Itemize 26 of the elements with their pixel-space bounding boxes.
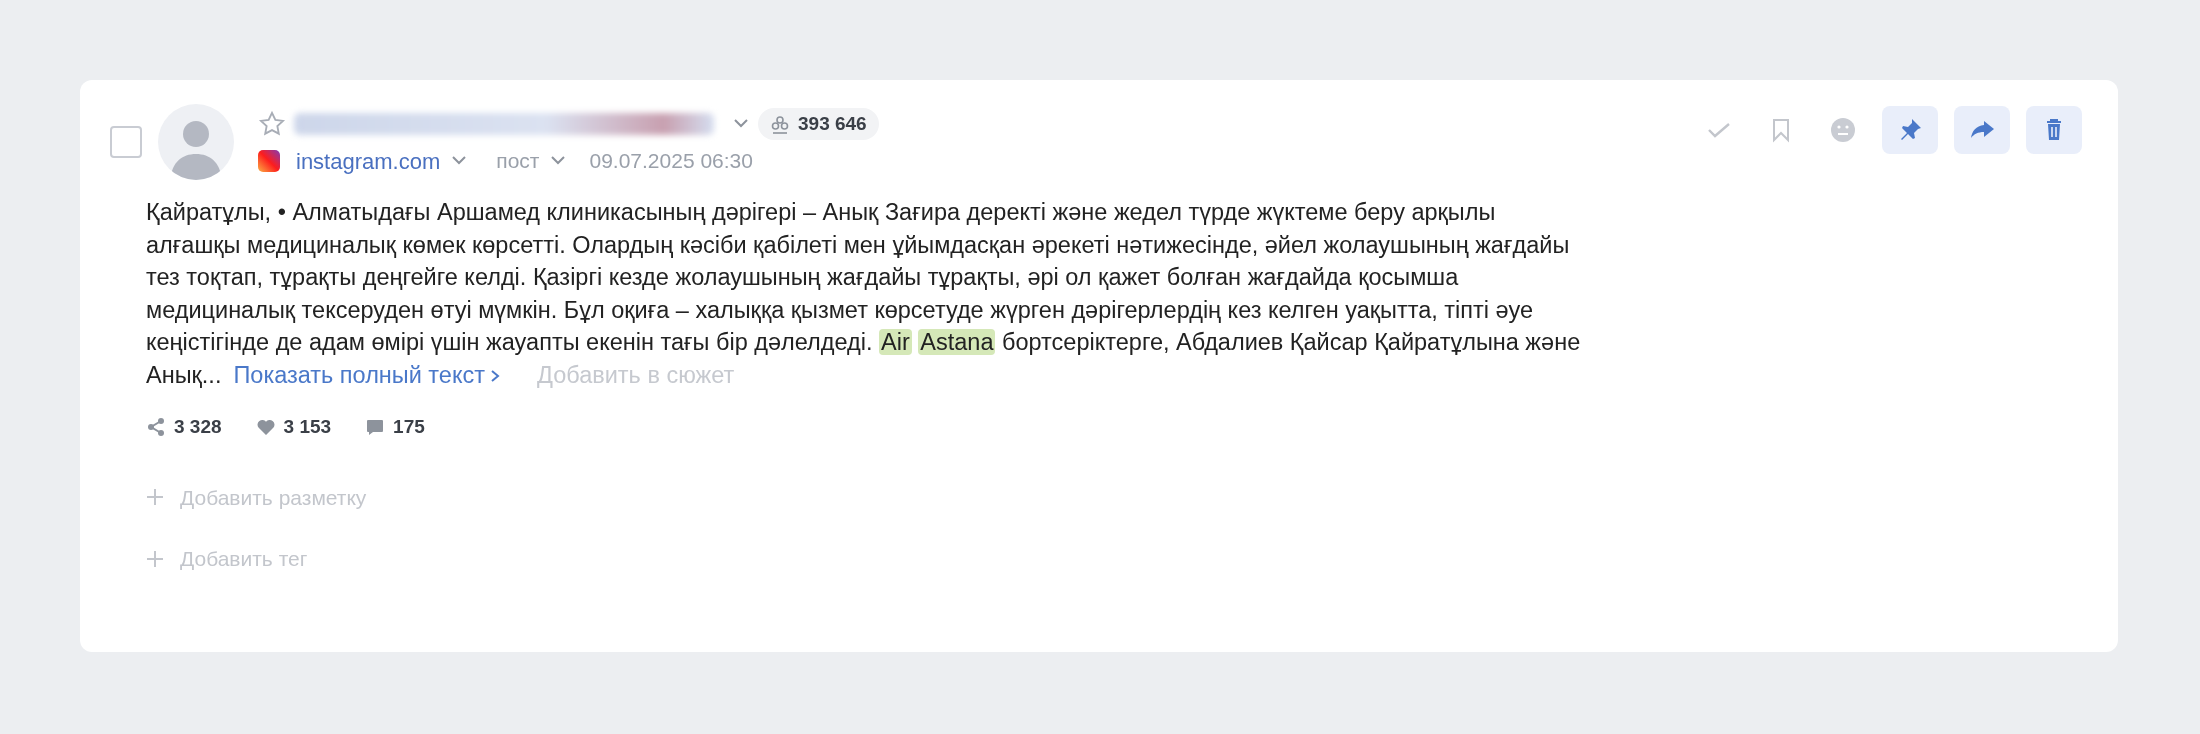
people-icon <box>770 114 790 134</box>
instagram-icon <box>258 150 280 172</box>
pin-button[interactable] <box>1882 106 1938 154</box>
chevron-right-icon <box>489 368 501 385</box>
heart-icon <box>255 417 276 438</box>
comment-icon <box>365 417 386 438</box>
plus-icon[interactable] <box>146 549 164 568</box>
neutral-face-icon[interactable] <box>1828 115 1858 145</box>
forward-button[interactable] <box>1954 106 2010 154</box>
plus-icon[interactable] <box>146 488 164 507</box>
add-tag-link[interactable]: Добавить тег <box>180 543 308 575</box>
add-to-story-link[interactable]: Добавить в сюжет <box>537 361 735 388</box>
checkbox[interactable] <box>110 126 142 158</box>
delete-button[interactable] <box>2026 106 2082 154</box>
stat-count: 3 328 <box>174 415 222 439</box>
share-icon <box>146 417 166 438</box>
audience-count: 393 646 <box>798 111 867 136</box>
star-icon[interactable] <box>258 110 286 138</box>
post-date: 09.07.2025 06:30 <box>589 148 753 175</box>
show-full-text-link[interactable]: Показать полный текст <box>233 361 501 388</box>
post-type: пост <box>496 148 540 175</box>
add-markup-link[interactable]: Добавить разметку <box>180 481 367 513</box>
post-text: Қайратұлы, • Алматыдағы Аршамед клиникасының дәрігері – Анық Зағира деректі және жедел түрде жүктеме беру арқылы алғашқы медициналық көмек көрсетті. Олардың кәсіби қабілеті мен ұйымдасқан әрекеті нәтижесінде, әйел жолаушының жағдайы тез тоқтап, тұрақты деңгейге келді. Қазіргі кезде жолаушының жағдайы тұрақты, әрі ол қажет болған жағдайда қосымша медициналық тексеруден өтуі мүмкін. Бұл оқиға – халыққа қызмет көрсетуде жүрген дәрігерлердің кез келген уақытта, тіпті әуе кеңістігінде де адам өмірі үшін жауапты екенін тағы бір дәлелдеді. Air Astana бортсеріктерге, Абдалиев Қайсар Қайратұлына және Анық... Показать полный текст Добавить в сюжет <box>146 198 1582 390</box>
stat-count: 175 <box>393 415 425 439</box>
source-link[interactable]: instagram.com <box>296 144 441 178</box>
stat-count: 3 153 <box>283 415 332 439</box>
